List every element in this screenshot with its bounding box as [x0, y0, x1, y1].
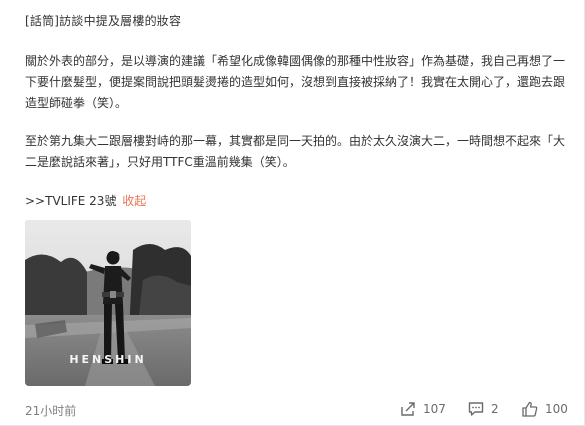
post-footer: 21小时前 107 2 100: [25, 400, 570, 420]
like-button[interactable]: 100: [521, 400, 568, 418]
comment-button[interactable]: 2: [467, 400, 499, 418]
post-paragraph-2: 至於第九集大二跟層樓對峙的那一幕，其實都是同一天拍的。由於太久沒演大二，一時間想…: [25, 134, 566, 169]
share-icon: [401, 402, 415, 416]
collapse-link[interactable]: 收起: [122, 194, 146, 208]
post-source-line: >>TVLIFE 23號 收起: [25, 192, 146, 209]
share-count: 107: [423, 402, 446, 416]
like-count: 100: [545, 402, 568, 416]
post-paragraph-1: 關於外表的部分，是以導演的建議「希望化成像韓國偶像的那種中性妝容」作為基礎，我自…: [25, 54, 566, 110]
post-photo[interactable]: HENSHIN: [25, 220, 191, 386]
photo-caption-henshin: HENSHIN: [69, 353, 147, 366]
share-button[interactable]: 107: [399, 400, 446, 418]
comment-icon: [468, 402, 484, 416]
weibo-post-card: [話筒]訪談中提及層樓的妝容 關於外表的部分，是以導演的建議「希望化成像韓國偶像…: [0, 0, 585, 426]
post-title: [話筒]訪談中提及層樓的妝容: [25, 14, 182, 28]
post-time: 21小时前: [25, 404, 77, 418]
source-text: >>TVLIFE 23號: [25, 194, 117, 208]
thumbs-up-icon: [522, 401, 538, 417]
comment-count: 2: [491, 402, 499, 416]
